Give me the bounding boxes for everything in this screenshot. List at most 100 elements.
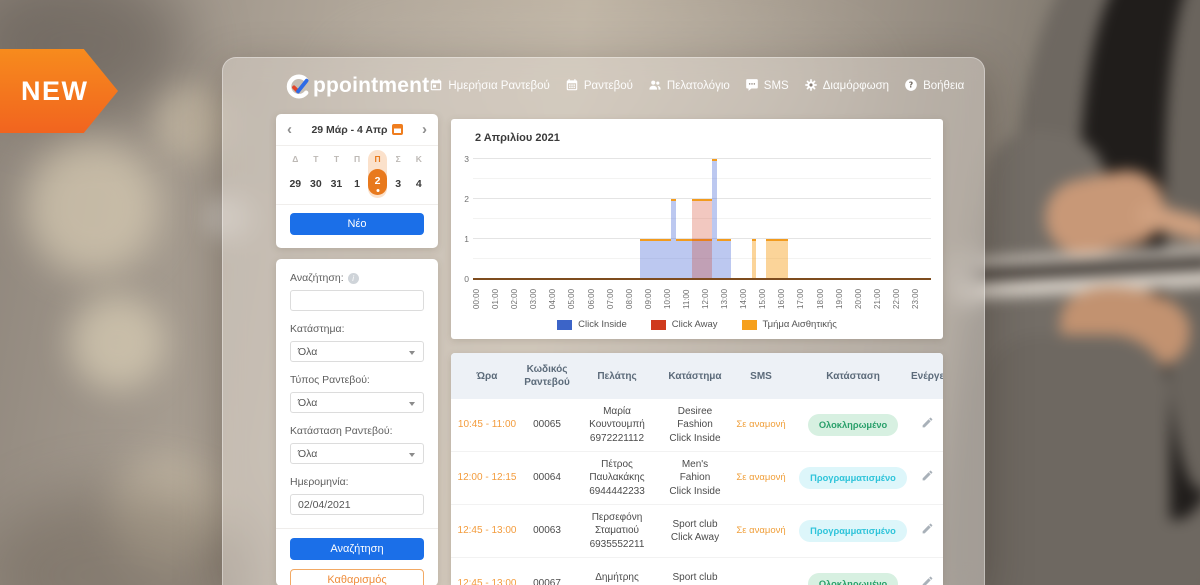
store-label: Κατάστημα: [290,322,424,336]
table-row: 10:45 - 11:0000065ΜαρίαΚουντουμπή6972221… [451,399,943,452]
people-icon [648,78,662,95]
cell-actions [911,522,943,540]
column-header: Κατάστημα [663,370,727,383]
edit-button[interactable] [921,469,934,482]
app-header: ppointment Ημερήσια Ραντεβού Ραντεβού Πελα… [223,58,984,114]
calendar-day-29[interactable]: Δ29 [285,153,306,195]
legend-label: Τμήμα Αισθητικής [763,319,837,330]
chevron-down-icon [409,351,415,355]
chart-title: 2 Απριλίου 2021 [475,132,560,144]
cell-client: ΔημήτρηςΝικόπουλος [571,571,663,585]
sms-icon [745,78,759,95]
calendar-day-3[interactable]: Σ3 [388,153,409,195]
nav-item-daily-appointments[interactable]: Ημερήσια Ραντεβού [429,78,550,95]
x-axis-tick-label: 02:00 [510,289,519,309]
calendar-next-button[interactable]: › [422,122,427,137]
brand-wordmark: ppointment [313,74,429,98]
calendar-day-2[interactable]: Π2 [367,153,388,195]
x-axis-tick-label: 10:00 [663,289,672,309]
calendar-day-4[interactable]: Κ4 [408,153,429,195]
nav-item-appointments[interactable]: Ραντεβού [565,78,633,95]
x-axis-tick-label: 13:00 [720,289,729,309]
store-select[interactable]: Όλα [290,341,424,362]
new-badge-label: NEW [0,76,89,107]
x-axis-tick-label: 20:00 [854,289,863,309]
column-header: Πελάτης [571,370,663,383]
nav-item-clients[interactable]: Πελατολόγιο [648,78,730,95]
legend-label: Click Inside [578,319,627,330]
calendar-range-label: 29 Μάρ - 4 Απρ [311,124,387,136]
gear-icon [804,78,818,95]
daily-chart-panel: 2 Απριλίου 2021 012300:0001:0002:0003:00… [451,119,943,339]
table-row: 12:45 - 13:0000067ΔημήτρηςΝικόπουλοςSpor… [451,558,943,585]
table-row: 12:45 - 13:0000063ΠερσεφόνηΣταματιού6935… [451,505,943,558]
calendar-day-1[interactable]: Π1 [347,153,368,195]
nav-item-help[interactable]: ? Βοήθεια [904,78,964,95]
calendar-date: 30 [306,173,327,195]
calendar-date: 1 [347,173,368,195]
cell-time: 10:45 - 11:00 [451,418,523,432]
appointment-status-select[interactable]: Όλα [290,443,424,464]
chart-plot-area: 012300:0001:0002:0003:0004:0005:0006:000… [473,159,931,279]
cell-status: Ολοκληρωμένο [795,573,911,585]
appointment-status-label: Κατάσταση Ραντεβού: [290,424,424,438]
x-axis-tick-label: 22:00 [892,289,901,309]
calendar-range: 29 Μάρ - 4 Απρ [292,124,422,136]
x-axis-tick-label: 17:00 [796,289,805,309]
help-icon: ? [904,78,918,95]
cell-sms: Σε αναμονή [727,525,795,538]
nav-item-sms[interactable]: SMS [745,78,789,95]
clear-button[interactable]: Καθαρισμός [290,569,424,585]
cell-store: Men'sFahionClick Inside [663,458,727,499]
nav-item-label: Βοήθεια [923,80,964,92]
search-button[interactable]: Αναζήτηση [290,538,424,560]
x-axis-tick-label: 18:00 [816,289,825,309]
x-axis-tick-label: 23:00 [911,289,920,309]
y-axis-tick: 0 [457,274,469,284]
search-label: Αναζήτηση: [290,271,424,285]
main-nav: Ημερήσια Ραντεβού Ραντεβού Πελατολόγιο SMS Δ… [429,78,964,95]
appointment-type-select[interactable]: Όλα [290,392,424,413]
edit-button[interactable] [921,416,934,429]
date-input[interactable] [290,494,424,515]
table-body: 10:45 - 11:0000065ΜαρίαΚουντουμπή6972221… [451,399,943,585]
legend-item: Τμήμα Αισθητικής [742,319,837,330]
y-axis-tick: 1 [457,234,469,244]
search-input[interactable] [290,290,424,311]
cell-code: 00065 [523,418,571,432]
app-logo: ppointment [285,73,429,100]
column-header: Κατάσταση [795,370,911,383]
appointments-table: ΏραΚωδικός ΡαντεβούΠελάτηςΚατάστημαSMSΚα… [451,353,943,585]
gridline [473,178,931,179]
chart-area-segment [692,199,713,279]
person-photo [950,0,1200,585]
edit-button[interactable] [921,522,934,535]
calendar-day-30[interactable]: Τ30 [306,153,327,195]
nav-item-label: SMS [764,80,789,92]
app-window: ppointment Ημερήσια Ραντεβού Ραντεβού Πελα… [222,57,985,585]
x-axis-tick-label: 12:00 [701,289,710,309]
calendar-small-icon [392,124,403,135]
info-icon [348,273,359,284]
chart-legend: Click InsideClick AwayΤμήμα Αισθητικής [451,319,943,330]
cell-actions [911,469,943,487]
nav-item-label: Ημερήσια Ραντεβού [448,80,550,92]
cell-store: Sport clubClick Away [663,518,727,545]
status-badge: Ολοκληρωμένο [808,414,898,437]
x-axis-tick-label: 16:00 [777,289,786,309]
column-header: Ώρα [451,370,523,383]
mini-calendar: ‹ 29 Μάρ - 4 Απρ › Δ29Τ30Τ31Π1Π2Σ3Κ4 Νέο [276,114,438,248]
calendar-day-31[interactable]: Τ31 [326,153,347,195]
cell-status: Ολοκληρωμένο [795,414,911,437]
x-axis-tick-label: 01:00 [491,289,500,309]
promo-banner: NEW ppointment Ημερήσια Ραντεβού Ραντεβού… [0,0,1200,585]
edit-button[interactable] [921,575,934,585]
x-axis-tick-label: 09:00 [644,289,653,309]
new-appointment-button[interactable]: Νέο [290,213,424,235]
calendar-day-header: Π [367,153,388,166]
calendar-date: 29 [285,173,306,195]
x-axis-tick-label: 05:00 [567,289,576,309]
nav-item-settings[interactable]: Διαμόρφωση [804,78,889,95]
appointment-type-label: Τύπος Ραντεβού: [290,373,424,387]
status-badge: Ολοκληρωμένο [808,573,898,585]
